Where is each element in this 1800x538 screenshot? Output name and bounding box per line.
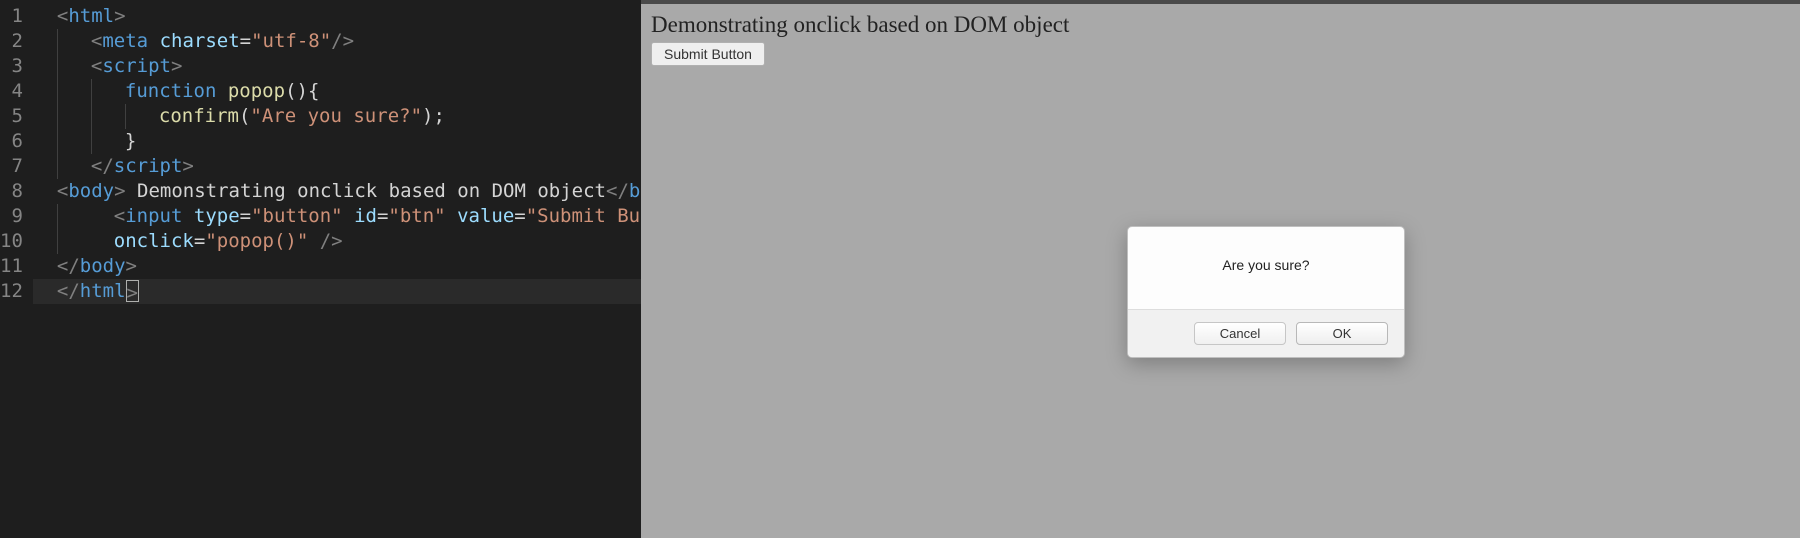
code-token: html [80,280,126,302]
code-token: html [68,5,114,27]
confirm-dialog-footer: Cancel OK [1128,309,1404,357]
code-token: </ [91,155,114,177]
code-line[interactable]: } [33,129,697,154]
code-line[interactable]: </script> [33,154,697,179]
line-number: 11 [0,254,23,279]
code-token: = [240,30,251,52]
line-number: 9 [0,204,23,229]
code-token: (){ [285,80,319,102]
line-number: 1 [0,4,23,29]
code-token [182,205,193,227]
code-token: ( [239,105,250,127]
code-token: body [68,180,114,202]
code-line[interactable]: </html> [33,279,697,304]
code-token: body [80,255,126,277]
cancel-button[interactable]: Cancel [1194,322,1286,345]
line-number: 12 [0,279,23,304]
code-token: < [57,180,68,202]
code-token [308,230,319,252]
code-line[interactable]: <html> [33,4,697,29]
line-number: 5 [0,104,23,129]
ok-button[interactable]: OK [1296,322,1388,345]
code-token: "btn" [388,205,445,227]
code-token [446,205,457,227]
code-token: < [57,5,68,27]
cursor: > [126,280,139,302]
code-token: = [240,205,251,227]
code-token: type [194,205,240,227]
code-token [343,205,354,227]
code-token: "popop()" [205,230,308,252]
line-number: 7 [0,154,23,179]
code-token: id [354,205,377,227]
line-number: 10 [0,229,23,254]
code-token [216,80,227,102]
code-token: > [171,55,182,77]
code-token [148,30,159,52]
code-line[interactable]: </body> [33,254,697,279]
confirm-dialog: Are you sure? Cancel OK [1127,226,1405,358]
line-number-gutter: 123456789101112 [0,4,33,538]
code-token: value [457,205,514,227]
submit-button[interactable] [651,42,765,66]
code-line[interactable]: <input type="button" id="btn" value="Sub… [33,204,697,229]
code-token: } [125,130,136,152]
code-area[interactable]: <html><meta charset="utf-8"/><script>fun… [33,4,697,538]
line-number: 8 [0,179,23,204]
code-line[interactable]: onclick="popop()" /> [33,229,697,254]
browser-preview-pane: Demonstrating onclick based on DOM objec… [641,0,1800,538]
code-token: script [102,55,171,77]
code-line[interactable]: <body> Demonstrating onclick based on DO… [33,179,697,204]
code-token: < [114,205,125,227]
code-token: = [377,205,388,227]
code-token: = [514,205,525,227]
code-token [91,230,114,252]
code-token: charset [160,30,240,52]
code-token: "button" [251,205,343,227]
code-line[interactable]: <script> [33,54,697,79]
code-token: = [194,230,205,252]
code-line[interactable]: <meta charset="utf-8"/> [33,29,697,54]
code-token: /> [320,230,343,252]
code-token: onclick [114,230,194,252]
code-line[interactable]: confirm("Are you sure?"); [33,104,697,129]
code-token: > [114,5,125,27]
code-token: > [114,180,125,202]
code-token: input [125,205,182,227]
code-token: </ [606,180,629,202]
code-token: "Are you sure?" [250,105,422,127]
code-token: < [91,30,102,52]
code-token: </ [57,280,80,302]
code-token: < [91,55,102,77]
code-token: </ [57,255,80,277]
code-token [91,205,114,227]
code-editor-pane: 123456789101112 <html><meta charset="utf… [0,0,641,538]
code-line[interactable]: function popop(){ [33,79,697,104]
code-token: "utf-8" [251,30,331,52]
code-token: Demonstrating onclick based on DOM objec… [126,180,606,202]
code-token: confirm [159,105,239,127]
code-token: /> [331,30,354,52]
code-token: ); [422,105,445,127]
page-heading: Demonstrating onclick based on DOM objec… [651,12,1790,38]
code-token: > [182,155,193,177]
code-token: script [114,155,183,177]
code-token: popop [228,80,285,102]
line-number: 6 [0,129,23,154]
line-number: 3 [0,54,23,79]
code-token: meta [102,30,148,52]
line-number: 2 [0,29,23,54]
code-token: function [125,80,217,102]
code-token: > [126,255,137,277]
confirm-dialog-message: Are you sure? [1128,227,1404,309]
line-number: 4 [0,79,23,104]
